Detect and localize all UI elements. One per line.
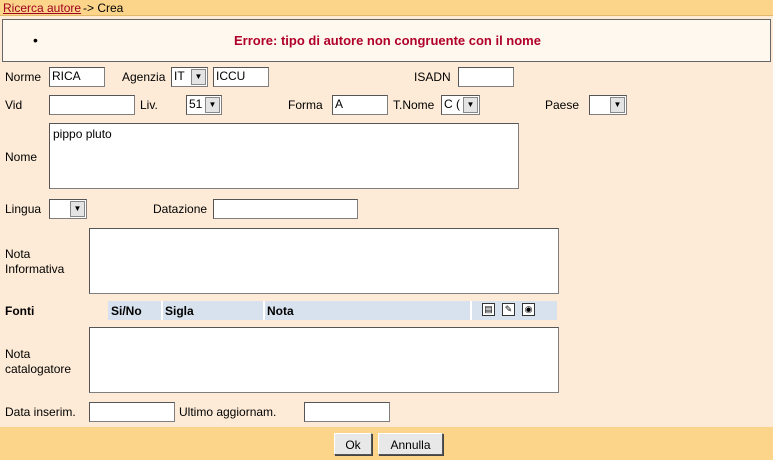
fonti-col-nota: Nota <box>267 304 294 318</box>
error-message: Errore: tipo di autore non congruente co… <box>234 33 541 48</box>
nome-textarea[interactable]: pippo pluto <box>49 123 519 189</box>
datazione-input[interactable] <box>213 199 358 219</box>
livello-select[interactable]: 51 ▼ <box>186 95 222 115</box>
nome-label: Nome <box>5 150 38 164</box>
chevron-down-icon[interactable]: ▼ <box>610 97 625 113</box>
ultimo-aggiornamento-input[interactable] <box>304 402 390 422</box>
error-message-box: • Errore: tipo di autore non congruente … <box>2 19 771 62</box>
breadcrumb-current: -> Crea <box>83 1 124 15</box>
nota-informativa-label-2: Informativa <box>5 262 65 276</box>
fonti-table-header: Si/No Sigla Nota ▤ ✎ ◉ <box>108 301 557 320</box>
annulla-button[interactable]: Annulla <box>378 433 443 455</box>
datazione-label: Datazione <box>153 202 208 216</box>
fonti-col-sigla: Sigla <box>165 304 194 318</box>
edit-row-icon[interactable]: ✎ <box>502 303 515 316</box>
vid-label: Vid <box>5 98 23 112</box>
ultimo-aggiornamento-label: Ultimo aggiornam. <box>179 405 277 419</box>
breadcrumb-link-ricerca-autore[interactable]: Ricerca autore <box>3 1 81 15</box>
tipo-nome-label: T.Nome <box>393 98 435 112</box>
column-divider <box>470 301 472 320</box>
search-binoculars-icon[interactable]: ◉ <box>522 303 535 316</box>
nota-catalogatore-label-1: Nota <box>5 347 31 361</box>
livello-label: Liv. <box>140 98 158 112</box>
data-inserimento-input[interactable] <box>89 402 175 422</box>
forma-input[interactable]: A <box>332 95 388 115</box>
chevron-down-icon[interactable]: ▼ <box>463 97 478 113</box>
column-divider <box>263 301 265 320</box>
norme-label: Norme <box>5 70 42 84</box>
paese-select[interactable]: ▼ <box>589 95 627 115</box>
add-row-icon[interactable]: ▤ <box>482 303 495 316</box>
lingua-label: Lingua <box>5 202 42 216</box>
norme-input[interactable]: RICA <box>49 67 105 87</box>
fonti-label: Fonti <box>5 304 35 318</box>
chevron-down-icon[interactable]: ▼ <box>70 201 85 217</box>
forma-label: Forma <box>288 98 323 112</box>
chevron-down-icon[interactable]: ▼ <box>191 69 206 85</box>
agenzia-country-select[interactable]: IT ▼ <box>171 67 208 87</box>
agenzia-code-input[interactable]: ICCU <box>213 67 269 87</box>
paese-label: Paese <box>545 98 580 112</box>
tipo-nome-select[interactable]: C ( ▼ <box>441 95 480 115</box>
livello-value: 51 <box>189 97 203 111</box>
fonti-col-si-no: Si/No <box>111 304 142 318</box>
column-divider <box>161 301 163 320</box>
tipo-nome-value: C ( <box>444 97 460 111</box>
isadn-label: ISADN <box>414 70 451 84</box>
lingua-select[interactable]: ▼ <box>49 199 87 219</box>
isadn-input[interactable] <box>458 67 514 87</box>
data-inserimento-label: Data inserim. <box>5 405 76 419</box>
agenzia-label: Agenzia <box>122 70 166 84</box>
chevron-down-icon[interactable]: ▼ <box>205 97 220 113</box>
agenzia-country-value: IT <box>174 69 185 83</box>
ok-button[interactable]: Ok <box>334 433 372 455</box>
nota-catalogatore-textarea[interactable] <box>89 327 559 393</box>
nota-informativa-textarea[interactable] <box>89 228 559 294</box>
nota-catalogatore-label-2: catalogatore <box>5 362 72 376</box>
nota-informativa-label-1: Nota <box>5 247 31 261</box>
vid-input[interactable] <box>49 95 135 115</box>
